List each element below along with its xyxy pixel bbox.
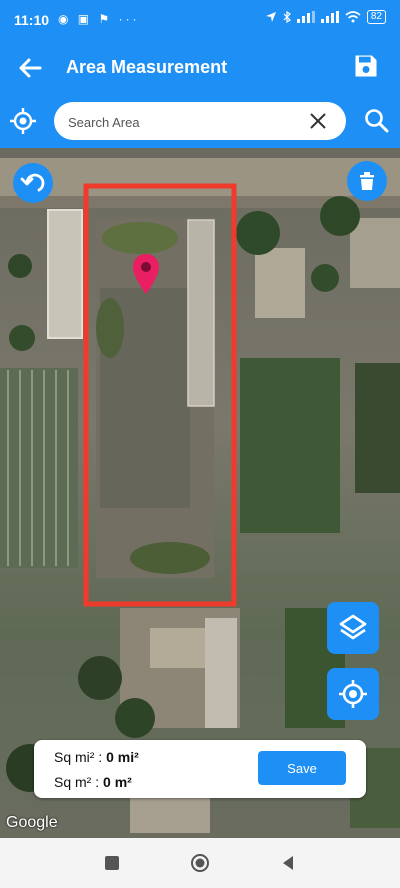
search-input[interactable] — [66, 102, 300, 142]
area-outline — [83, 183, 237, 607]
undo-button[interactable] — [13, 163, 53, 203]
page-title: Area Measurement — [66, 57, 228, 77]
app-bar: Area Measurement — [0, 40, 400, 96]
back-arrow-icon[interactable] — [14, 52, 46, 84]
signal-icon-2 — [320, 11, 339, 23]
notification-icons: ◉ ▣ ⚑ ··· — [58, 12, 140, 26]
status-time: 11:10 — [14, 12, 50, 28]
area-info-card: Sq mi² : 0 mi² Sq m² : 0 m² Save — [34, 740, 366, 798]
trash-icon — [360, 172, 374, 190]
google-attribution: Google — [6, 814, 58, 831]
save-button[interactable]: Save — [258, 751, 346, 785]
wifi-icon — [345, 11, 361, 23]
signal-icon — [296, 11, 315, 23]
status-right: 82 — [265, 10, 386, 24]
nav-home-icon[interactable] — [189, 852, 211, 874]
sq-mi-row: Sq mi² : 0 mi² — [54, 749, 139, 765]
nav-back-icon[interactable] — [277, 852, 299, 874]
save-disk-icon[interactable] — [352, 52, 380, 80]
sq-mi-label: Sq mi² : — [54, 749, 103, 765]
battery-indicator: 82 — [366, 10, 386, 24]
clear-icon[interactable] — [308, 111, 328, 131]
sq-m-label: Sq m² : — [54, 774, 100, 790]
system-nav-bar — [0, 838, 400, 888]
search-box — [54, 102, 346, 142]
my-location-icon — [339, 680, 367, 708]
map-pin-icon[interactable] — [131, 252, 161, 296]
delete-button[interactable] — [347, 161, 387, 201]
crosshair-icon[interactable] — [8, 106, 38, 136]
layers-icon — [339, 614, 367, 640]
layers-button[interactable] — [327, 602, 379, 654]
sq-m-row: Sq m² : 0 m² — [54, 774, 132, 790]
sq-mi-value: 0 mi² — [106, 749, 139, 765]
satellite-map[interactable] — [0, 148, 400, 838]
sq-m-value: 0 m² — [103, 774, 132, 790]
navigation-arrow-icon — [265, 12, 276, 22]
my-location-button[interactable] — [327, 668, 379, 720]
search-icon[interactable] — [364, 108, 390, 134]
search-bar — [0, 96, 400, 148]
nav-recents-icon[interactable] — [101, 852, 123, 874]
bluetooth-icon — [283, 11, 291, 23]
undo-icon — [20, 173, 45, 192]
status-bar: 11:10 ◉ ▣ ⚑ ··· 82 — [0, 0, 400, 40]
